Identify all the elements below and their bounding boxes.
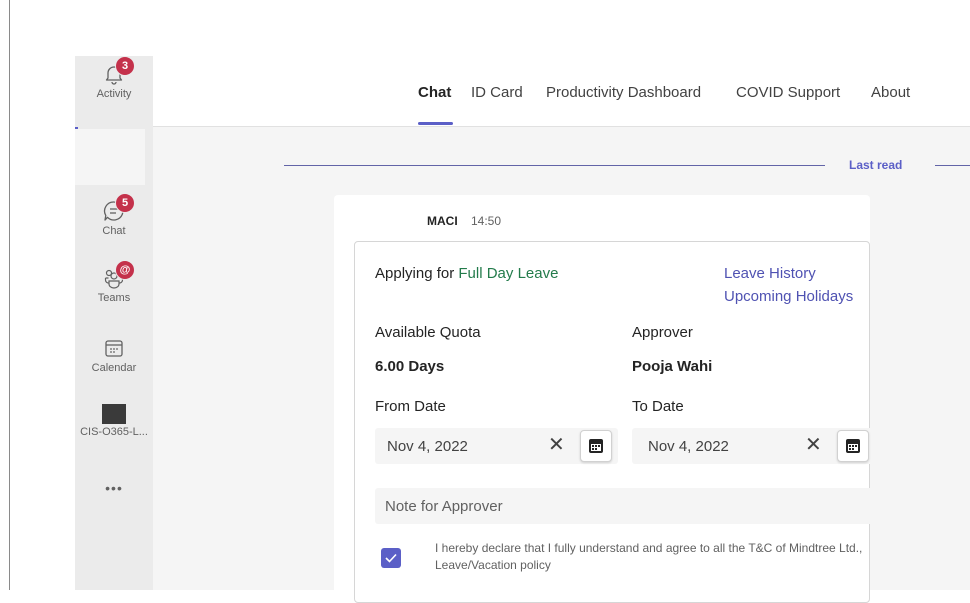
rail-label-activity: Activity	[96, 88, 132, 100]
more-apps-button[interactable]: •••	[75, 480, 153, 496]
tab-about[interactable]: About	[871, 84, 910, 101]
calendar-icon	[846, 439, 860, 453]
chat-icon: 5	[102, 193, 135, 223]
to-date-label: To Date	[632, 398, 684, 415]
activity-badge: 3	[115, 56, 135, 76]
to-date-value: Nov 4, 2022	[648, 438, 729, 455]
tab-id-card[interactable]: ID Card	[471, 84, 523, 101]
active-tab-indicator	[418, 122, 453, 125]
chat-badge: 5	[115, 193, 135, 213]
more-icon: •••	[105, 480, 123, 496]
approver-label: Approver	[632, 324, 693, 341]
tab-chat[interactable]: Chat	[418, 84, 451, 101]
from-date-value: Nov 4, 2022	[387, 438, 468, 455]
app-thumbnail	[102, 404, 126, 424]
note-placeholder: Note for Approver	[385, 498, 503, 515]
upcoming-holidays-link[interactable]: Upcoming Holidays	[724, 288, 853, 305]
tab-productivity-dashboard[interactable]: Productivity Dashboard	[546, 84, 701, 101]
last-read-divider-end	[935, 165, 970, 166]
calendar-icon	[589, 439, 603, 453]
rail-item-activity[interactable]: 3 Activity	[75, 56, 153, 100]
leave-history-link[interactable]: Leave History	[724, 265, 816, 282]
quota-value: 6.00 Days	[375, 358, 445, 375]
rail-item-calendar[interactable]: Calendar	[75, 336, 153, 374]
window-border	[9, 0, 10, 590]
rail-item-chat[interactable]: 5 Chat	[75, 193, 153, 237]
rail-label-calendar: Calendar	[91, 362, 137, 374]
message-time: 14:50	[471, 214, 502, 228]
applying-prefix: Applying for	[375, 265, 455, 282]
rail-selected-slot	[75, 129, 145, 185]
bell-icon: 3	[102, 56, 135, 86]
rail-item-app[interactable]: CIS-O365-L...	[75, 404, 153, 438]
tab-covid-support[interactable]: COVID Support	[736, 84, 840, 101]
last-read-label: Last read	[849, 158, 903, 172]
leave-request-card: Applying for Full Day Leave Leave Histor…	[354, 241, 875, 603]
declaration-checkbox[interactable]	[381, 548, 401, 568]
message-author: MACI	[427, 214, 458, 228]
checkmark-icon	[385, 553, 397, 563]
from-date-label: From Date	[375, 398, 446, 415]
leave-type: Full Day Leave	[458, 265, 559, 282]
approver-value: Pooja Wahi	[632, 358, 713, 375]
rail-focus-marker	[75, 127, 78, 129]
applying-label: Applying for Full Day Leave	[375, 265, 558, 282]
tab-bar: Chat ID Card Productivity Dashboard COVI…	[153, 56, 970, 127]
chat-message: MACI 14:50 Applying for Full Day Leave L…	[334, 195, 875, 603]
rail-label-teams: Teams	[97, 292, 131, 304]
from-date-input[interactable]: Nov 4, 2022 ✕	[375, 428, 618, 464]
teams-mention-badge: @	[115, 260, 135, 280]
teams-icon: @	[102, 260, 135, 290]
main-pane: Chat ID Card Productivity Dashboard COVI…	[153, 56, 970, 603]
to-date-calendar-button[interactable]	[837, 430, 869, 462]
note-for-approver-input[interactable]: Note for Approver	[375, 488, 874, 524]
rail-item-teams[interactable]: @ Teams	[75, 260, 153, 304]
last-read-divider	[284, 165, 825, 166]
calendar-icon	[102, 336, 126, 360]
rail-label-app: CIS-O365-L...	[80, 426, 148, 438]
rail-label-chat: Chat	[102, 225, 126, 237]
declaration-text: I hereby declare that I fully understand…	[435, 541, 863, 572]
clear-to-date-icon[interactable]: ✕	[805, 435, 822, 455]
clear-from-date-icon[interactable]: ✕	[548, 435, 565, 455]
from-date-calendar-button[interactable]	[580, 430, 612, 462]
app-rail: 3 Activity 5 Chat @ Teams Calendar CIS-O…	[75, 56, 153, 590]
quota-label: Available Quota	[375, 324, 481, 341]
to-date-input[interactable]: Nov 4, 2022 ✕	[632, 428, 875, 464]
